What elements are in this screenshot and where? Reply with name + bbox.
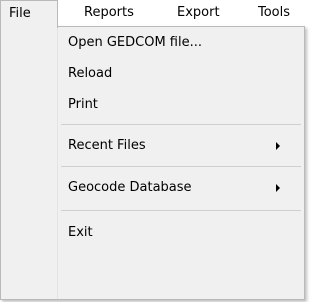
- menu-separator: [61, 166, 301, 167]
- menu-separator: [61, 210, 301, 211]
- menu-item-geocode-database[interactable]: Geocode Database: [1, 172, 304, 204]
- menu-file[interactable]: File: [0, 0, 58, 28]
- menu-item-open-gedcom[interactable]: Open GEDCOM file...: [1, 27, 304, 59]
- menu-bar: File Reports Export Tools: [0, 0, 321, 28]
- submenu-arrow-icon: [276, 142, 280, 150]
- menu-item-label: Recent Files: [68, 138, 146, 153]
- menu-item-print[interactable]: Print: [1, 89, 304, 121]
- menu-item-recent-files[interactable]: Recent Files: [1, 130, 304, 162]
- menu-item-exit[interactable]: Exit: [1, 217, 304, 249]
- menu-item-label: Print: [68, 97, 98, 112]
- menu-item-label: Exit: [68, 225, 93, 240]
- menu-item-label: Open GEDCOM file...: [68, 35, 203, 50]
- menu-item-label: Geocode Database: [68, 180, 192, 195]
- menu-item-reload[interactable]: Reload: [1, 58, 304, 90]
- submenu-arrow-icon: [276, 184, 280, 192]
- menu-item-label: Reload: [68, 66, 113, 81]
- menu-separator: [61, 124, 301, 125]
- menu-export[interactable]: Export: [177, 0, 220, 26]
- file-dropdown-menu: Open GEDCOM file... Reload Print Recent …: [0, 26, 305, 300]
- menu-tools[interactable]: Tools: [258, 0, 290, 26]
- menu-reports[interactable]: Reports: [84, 0, 134, 26]
